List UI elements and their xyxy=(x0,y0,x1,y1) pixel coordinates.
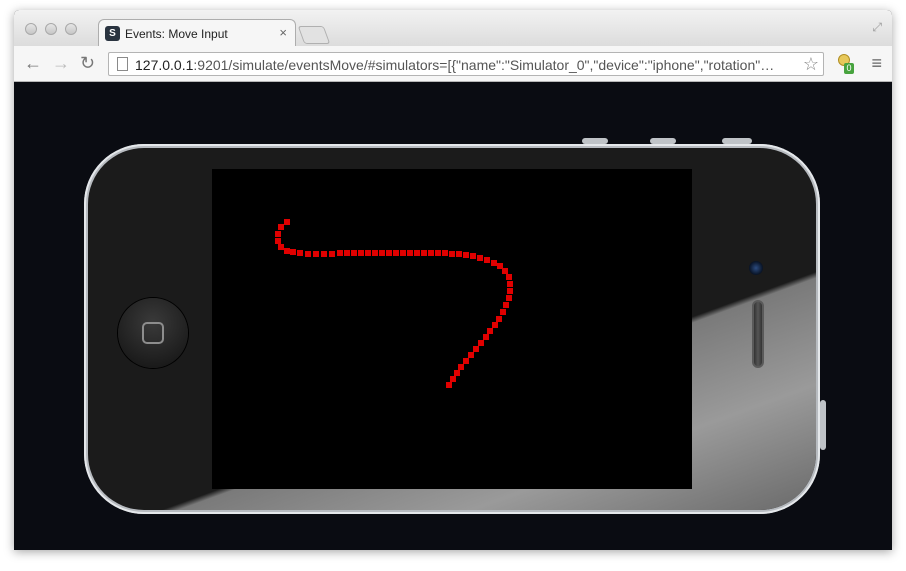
trace-dot xyxy=(506,295,512,301)
trace-dot xyxy=(483,334,489,340)
trace-dot xyxy=(313,251,319,257)
trace-dot xyxy=(290,249,296,255)
trace-dot xyxy=(278,244,284,250)
trace-dot xyxy=(297,250,303,256)
trace-dot xyxy=(473,346,479,352)
trace-dot xyxy=(449,251,455,257)
trace-dot xyxy=(468,352,474,358)
trace-dot xyxy=(506,274,512,280)
trace-dot xyxy=(278,224,284,230)
trace-dot xyxy=(305,251,311,257)
trace-dot xyxy=(393,250,399,256)
trace-dot xyxy=(496,316,502,322)
trace-dot xyxy=(500,309,506,315)
trace-dot xyxy=(463,358,469,364)
trace-dot xyxy=(487,328,493,334)
trace-dot xyxy=(503,302,509,308)
trace-dot xyxy=(365,250,371,256)
trace-dot xyxy=(492,322,498,328)
trace-dot xyxy=(400,250,406,256)
trace-dot xyxy=(337,250,343,256)
move-trace xyxy=(275,219,513,388)
trace-dot xyxy=(329,251,335,257)
trace-dot xyxy=(421,250,427,256)
trace-dot xyxy=(456,251,462,257)
trace-dot xyxy=(284,248,290,254)
trace-dot xyxy=(446,382,452,388)
trace-dot xyxy=(507,288,513,294)
trace-dot xyxy=(428,250,434,256)
trace-dot xyxy=(379,250,385,256)
trace-dot xyxy=(275,231,281,237)
trace-dot xyxy=(275,238,281,244)
trace-dot xyxy=(351,250,357,256)
trace-dot xyxy=(321,251,327,257)
trace-dot xyxy=(442,250,448,256)
trace-dot xyxy=(463,252,469,258)
trace-dot xyxy=(458,364,464,370)
trace-dot xyxy=(358,250,364,256)
trace-dot xyxy=(470,253,476,259)
trace-dot xyxy=(435,250,441,256)
browser-window: S Events: Move Input × ⤢ ← → ↻ 127.0.0.1… xyxy=(14,10,892,550)
trace-dot xyxy=(491,260,497,266)
trace-dot xyxy=(477,255,483,261)
trace-dot xyxy=(414,250,420,256)
trace-dot xyxy=(407,250,413,256)
trace-dot xyxy=(454,370,460,376)
trace-dot xyxy=(484,257,490,263)
trace-dot xyxy=(478,340,484,346)
trace-dot xyxy=(502,268,508,274)
trace-dot xyxy=(284,219,290,225)
trace-dot xyxy=(386,250,392,256)
trace-dot xyxy=(344,250,350,256)
trace-dot xyxy=(450,376,456,382)
trace-dot xyxy=(372,250,378,256)
trace-dot xyxy=(507,281,513,287)
